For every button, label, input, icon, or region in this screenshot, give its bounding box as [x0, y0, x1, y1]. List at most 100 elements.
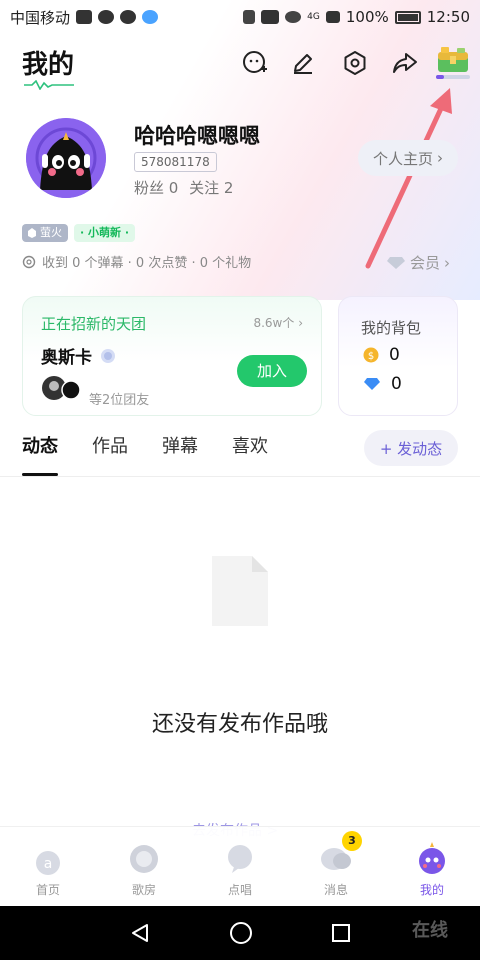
following-count: 2: [223, 179, 234, 197]
group-card-title: 正在招新的天团: [41, 315, 147, 333]
following-stat[interactable]: 关注 2: [189, 179, 233, 197]
coin-row: $ 0: [363, 345, 400, 365]
backpack-card[interactable]: 我的背包 $ 0 0: [338, 296, 458, 416]
group-recruit-card[interactable]: 正在招新的天团 8.6w个 › 奥斯卡 等2位团友 加入: [22, 296, 322, 416]
empty-document-icon: [212, 556, 268, 626]
post-moment-button[interactable]: + 发动态: [364, 430, 458, 466]
username: 哈哈哈嗯嗯嗯: [134, 124, 260, 148]
coin-icon: $: [363, 347, 379, 363]
page-header: 我的: [0, 40, 480, 100]
divider: [0, 476, 480, 477]
add-friend-button[interactable]: [240, 48, 270, 78]
backpack-title: 我的背包: [361, 319, 422, 337]
nav-my-profile-label: 我的: [419, 883, 444, 897]
received-text: 收到 0 个弹幕 · 0 次点赞 · 0 个礼物: [42, 256, 252, 271]
svg-text:$: $: [368, 351, 374, 362]
tab-moments[interactable]: 动态: [22, 432, 58, 476]
edit-icon: [294, 54, 312, 74]
fans-stat[interactable]: 粉丝 0: [134, 179, 178, 197]
message-notification-icon: [120, 10, 137, 24]
back-triangle-icon[interactable]: [129, 922, 151, 944]
svg-text:a: a: [44, 856, 53, 872]
homepage-button[interactable]: 个人主页 ›: [358, 140, 458, 176]
firefly-icon: [28, 228, 36, 238]
nav-my-profile[interactable]: 我的: [384, 827, 480, 906]
nav-home-label: 首页: [35, 883, 60, 897]
level-badge-label: 萤火: [40, 226, 62, 239]
mute-icon: [243, 10, 256, 24]
level-badge[interactable]: 萤火: [22, 224, 68, 242]
nav-song-room[interactable]: 歌房: [96, 827, 192, 906]
carrier-text: 中国移动: [10, 8, 71, 27]
group-name: 奥斯卡: [41, 343, 116, 368]
status-bar: 中国移动 4G 100% 12:50: [0, 0, 480, 34]
group-count[interactable]: 8.6w个 ›: [253, 314, 303, 331]
notification-icon: [76, 10, 93, 24]
hd-icon: [261, 10, 280, 24]
chevron-right-icon: ›: [437, 149, 443, 167]
newbie-badge[interactable]: · 小萌新 ·: [74, 224, 136, 242]
nav-request-song-label: 点唱: [227, 883, 252, 897]
my-profile-icon: [419, 842, 445, 874]
member-link[interactable]: 会员 ›: [386, 252, 450, 273]
homepage-label: 个人主页: [372, 149, 433, 168]
settings-button[interactable]: [340, 48, 370, 78]
signal-icon: [325, 11, 340, 23]
nav-messages[interactable]: 3 消息: [288, 827, 384, 906]
group-count-value: 8.6w个: [253, 316, 295, 330]
received-summary: 收到 0 个弹幕 · 0 次点赞 · 0 个礼物: [22, 252, 251, 271]
share-icon: [393, 53, 417, 73]
chevron-right-icon: ›: [444, 253, 451, 272]
treasure-chest-button[interactable]: [434, 46, 472, 80]
blue-diamond-icon: [364, 378, 380, 390]
edit-button[interactable]: [288, 48, 318, 78]
wechat-icon: [98, 10, 115, 24]
watermark: 在线: [412, 920, 448, 941]
empty-state-message: 还没有发布作品哦: [151, 712, 328, 737]
tab-danmaku[interactable]: 弹幕: [162, 432, 198, 476]
wifi-icon: [285, 11, 302, 23]
nav-messages-label: 消息: [323, 883, 348, 897]
diamond-row: 0: [363, 374, 402, 394]
content-tabs: 动态 作品 弹幕 喜欢: [22, 432, 268, 476]
share-button[interactable]: [390, 48, 420, 78]
following-label: 关注: [189, 179, 220, 197]
nav-home[interactable]: a 首页: [0, 827, 96, 906]
clock: 12:50: [426, 8, 470, 26]
song-room-icon: [130, 845, 158, 873]
page-title: 我的: [22, 50, 75, 80]
add-friend-icon: [243, 51, 267, 73]
battery-icon: [394, 10, 421, 24]
settings-icon: [344, 51, 366, 75]
tab-likes[interactable]: 喜欢: [232, 432, 268, 476]
avatar[interactable]: [26, 118, 106, 198]
avatar-cat-icon: [26, 118, 106, 198]
system-nav-bar: [0, 906, 480, 960]
home-circle-icon[interactable]: [229, 921, 253, 945]
diamond-icon: [387, 256, 405, 269]
badge-row: 萤火 · 小萌新 ·: [22, 224, 136, 242]
nav-song-room-label: 歌房: [131, 883, 156, 897]
group-members-text: 等2位团友: [89, 393, 150, 408]
nav-request-song[interactable]: 点唱: [192, 827, 288, 906]
group-member-avatars: [42, 376, 81, 400]
join-button[interactable]: 加入: [237, 355, 307, 387]
member-label: 会员: [410, 254, 441, 272]
treasure-chest-icon: [436, 47, 470, 79]
request-song-icon: [228, 845, 252, 873]
recent-apps-square-icon[interactable]: [331, 923, 351, 943]
chevron-right-icon: ›: [298, 316, 303, 330]
fans-label: 粉丝: [134, 179, 165, 197]
battery-percent: 100%: [345, 8, 389, 26]
group-name-text: 奥斯卡: [41, 348, 92, 368]
tab-works[interactable]: 作品: [92, 432, 128, 476]
message-badge: 3: [342, 831, 362, 851]
diamond-count: 0: [391, 374, 402, 394]
gift-circle-icon: [22, 255, 36, 268]
home-icon: a: [36, 851, 60, 875]
user-id: 578081178: [134, 152, 217, 172]
app-notification-icon: [142, 10, 159, 24]
group-level-icon: [101, 348, 115, 363]
fans-count: 0: [168, 179, 179, 197]
follow-stats: 粉丝 0 关注 2: [134, 177, 239, 198]
